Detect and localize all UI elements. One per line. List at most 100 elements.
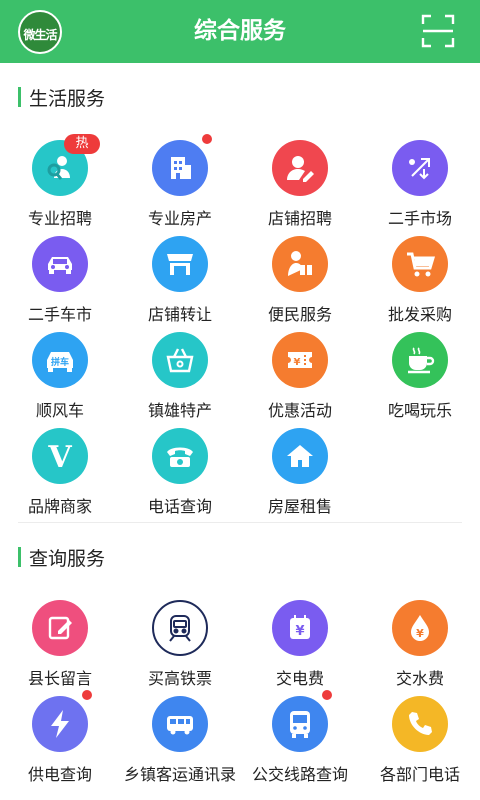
service-label: 专业招聘	[27, 209, 92, 228]
service-label: 买高铁票	[147, 669, 212, 688]
service-icon-circle	[392, 696, 448, 752]
service-label: 交电费	[275, 669, 324, 688]
train-icon	[169, 615, 191, 642]
service-item[interactable]: 拼车 顺风车	[0, 332, 120, 428]
service-label: 店铺转让	[147, 305, 212, 324]
cart-icon	[407, 252, 436, 277]
brand-v-icon: V	[47, 440, 72, 472]
service-item[interactable]: 吃喝玩乐	[360, 332, 480, 428]
service-item[interactable]: 乡镇客运通讯录	[120, 696, 240, 792]
service-icon-circle	[152, 140, 208, 196]
section-accent-bar	[18, 87, 21, 107]
svg-text:¥: ¥	[416, 627, 424, 640]
service-item[interactable]: 便民服务	[240, 236, 360, 332]
service-label: 交水费	[395, 669, 444, 688]
service-item[interactable]: 买高铁票	[120, 600, 240, 696]
bus-front-icon	[290, 711, 310, 738]
service-item[interactable]: 批发采购	[360, 236, 480, 332]
user-edit-icon	[287, 156, 314, 182]
telephone-icon	[167, 447, 193, 467]
service-label: 镇雄特产	[147, 401, 212, 420]
car-icon	[48, 257, 72, 274]
service-item[interactable]: 供电查询	[0, 690, 120, 792]
service-label: 各部门电话	[379, 765, 460, 784]
section-title-text: 生活服务	[29, 87, 106, 110]
service-icon-circle: ¥	[272, 332, 328, 388]
lightning-icon	[51, 710, 69, 738]
service-label: 供电查询	[27, 765, 92, 784]
service-label: 公交线路查询	[251, 765, 348, 784]
service-icon-circle	[152, 332, 208, 388]
service-icon-circle	[272, 696, 328, 752]
service-item[interactable]: 二手市场	[360, 140, 480, 236]
service-item[interactable]: 店铺招聘	[240, 140, 360, 236]
service-icon-circle	[272, 236, 328, 292]
service-icon-circle	[152, 428, 208, 484]
building-icon	[171, 157, 191, 179]
service-item[interactable]: 公交线路查询	[240, 690, 360, 792]
service-item[interactable]: 二手车市	[0, 236, 120, 332]
notification-dot	[322, 690, 332, 700]
service-label: 优惠活动	[267, 401, 332, 420]
service-icon-circle	[32, 600, 88, 656]
top-bar: 微生活 综合服务	[0, 0, 480, 63]
service-item[interactable]: 电话查询	[120, 428, 240, 524]
service-item[interactable]: 房屋租售	[240, 428, 360, 524]
svg-text:V: V	[47, 440, 72, 472]
service-icon-circle	[32, 236, 88, 292]
service-label: 房屋租售	[267, 497, 332, 516]
hot-badge: 热	[64, 134, 100, 154]
service-item[interactable]: 专业招聘 热	[0, 134, 120, 236]
service-icon-circle	[392, 140, 448, 196]
service-label: 店铺招聘	[267, 209, 332, 228]
service-icon-circle	[392, 332, 448, 388]
ticket-icon: ¥	[288, 352, 312, 368]
section-title-life: 生活服务	[18, 84, 105, 110]
section-accent-bar	[18, 547, 21, 567]
service-item[interactable]: ¥ 交电费	[240, 600, 360, 696]
notification-dot	[82, 690, 92, 700]
service-item[interactable]: 店铺转让	[120, 236, 240, 332]
service-icon-circle: ¥	[392, 600, 448, 656]
electric-bill-icon: ¥	[290, 615, 310, 639]
water-bill-icon: ¥	[411, 615, 429, 641]
delivery-icon	[288, 251, 312, 276]
service-item[interactable]: 镇雄特产	[120, 332, 240, 428]
service-label: 二手市场	[387, 209, 452, 228]
svg-text:¥: ¥	[294, 357, 301, 368]
svg-text:拼车: 拼车	[51, 356, 69, 368]
note-edit-icon	[48, 616, 72, 640]
service-item[interactable]: 专业房产	[120, 134, 240, 236]
service-label: 批发采购	[387, 305, 452, 324]
service-item[interactable]: ¥ 优惠活动	[240, 332, 360, 428]
service-icon-circle: ¥	[272, 600, 328, 656]
service-label: 吃喝玩乐	[387, 401, 452, 420]
svg-text:¥: ¥	[295, 624, 304, 639]
basket-icon	[166, 348, 194, 373]
service-icon-circle	[272, 140, 328, 196]
recruit-icon	[47, 156, 70, 180]
service-icon-circle	[152, 696, 208, 752]
section-title-text: 查询服务	[29, 547, 106, 570]
home-icon	[287, 445, 313, 467]
scan-icon[interactable]	[421, 14, 455, 48]
service-item[interactable]: 县长留言	[0, 600, 120, 696]
service-label: 顺风车	[35, 401, 84, 420]
swap-icon	[409, 158, 430, 180]
service-icon-circle	[272, 428, 328, 484]
service-item[interactable]: 各部门电话	[360, 696, 480, 792]
service-item[interactable]: ¥ 交水费	[360, 600, 480, 696]
service-icon-circle: V	[32, 428, 88, 484]
service-label: 专业房产	[147, 209, 212, 228]
service-label: 电话查询	[147, 497, 212, 516]
service-icon-circle	[392, 236, 448, 292]
section-divider	[18, 522, 462, 523]
phone-icon	[409, 712, 432, 735]
service-icon-circle	[152, 236, 208, 292]
service-icon-circle	[32, 696, 88, 752]
service-label: 品牌商家	[27, 497, 92, 516]
page-title: 综合服务	[194, 18, 286, 44]
coffee-icon	[408, 347, 435, 374]
service-item[interactable]: V 品牌商家	[0, 428, 120, 524]
shop-icon	[167, 254, 193, 275]
